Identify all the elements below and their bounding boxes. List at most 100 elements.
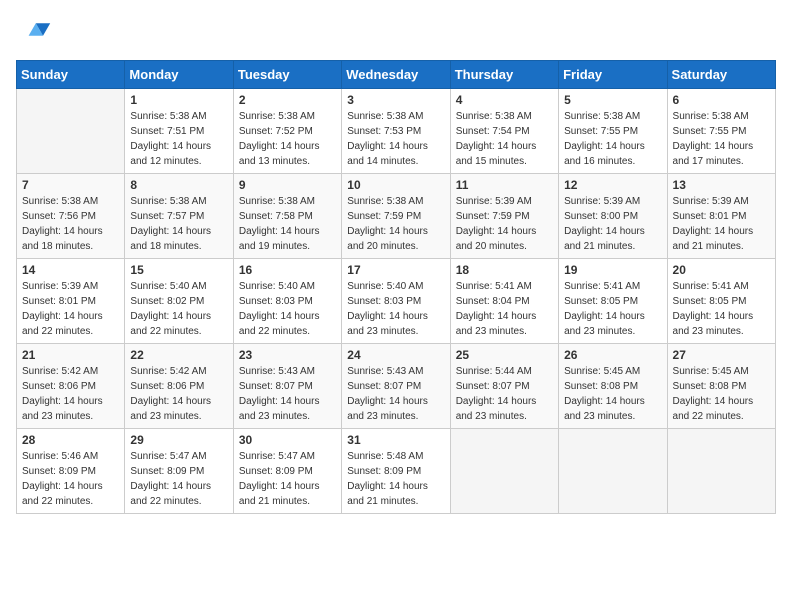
week-row-2: 7 Sunrise: 5:38 AMSunset: 7:56 PMDaylight… [17, 174, 776, 259]
day-number: 12 [564, 178, 661, 192]
day-info: Sunrise: 5:39 AMSunset: 7:59 PMDaylight:… [456, 194, 553, 254]
day-number: 2 [239, 93, 336, 107]
day-number: 7 [22, 178, 119, 192]
day-number: 17 [347, 263, 444, 277]
calendar-cell: 15Sunrise: 5:40 AMSunset: 8:02 PMDayligh… [125, 259, 233, 344]
day-info: Sunrise: 5:47 AMSunset: 8:09 PMDaylight:… [239, 449, 336, 509]
day-number: 14 [22, 263, 119, 277]
day-number: 10 [347, 178, 444, 192]
weekday-header-wednesday: Wednesday [342, 61, 450, 89]
day-number: 18 [456, 263, 553, 277]
day-number: 25 [456, 348, 553, 362]
calendar-cell: 28 Sunrise: 5:46 AMSunset: 8:09 PMDayligh… [17, 429, 125, 514]
day-info: Sunrise: 5:39 AMSunset: 8:01 PMDaylight:… [673, 194, 770, 254]
calendar-cell: 13 Sunrise: 5:39 AMSunset: 8:01 PMDayligh… [667, 174, 775, 259]
calendar-cell: 4Sunrise: 5:38 AMSunset: 7:54 PMDaylight… [450, 89, 558, 174]
day-number: 29 [130, 433, 227, 447]
day-number: 27 [673, 348, 770, 362]
calendar-cell: 17 Sunrise: 5:40 AMSunset: 8:03 PMDayligh… [342, 259, 450, 344]
calendar-cell: 7 Sunrise: 5:38 AMSunset: 7:56 PMDaylight… [17, 174, 125, 259]
calendar-cell: 27 Sunrise: 5:45 AMSunset: 8:08 PMDayligh… [667, 344, 775, 429]
day-info: Sunrise: 5:39 AMSunset: 8:00 PMDaylight:… [564, 194, 661, 254]
day-info: Sunrise: 5:38 AMSunset: 7:56 PMDaylight:… [22, 194, 119, 254]
day-number: 6 [673, 93, 770, 107]
day-info: Sunrise: 5:40 AMSunset: 8:03 PMDaylight:… [239, 279, 336, 339]
weekday-header-row: SundayMondayTuesdayWednesdayThursdayFrid… [17, 61, 776, 89]
day-number: 23 [239, 348, 336, 362]
day-info: Sunrise: 5:39 AMSunset: 8:01 PMDaylight:… [22, 279, 119, 339]
day-info: Sunrise: 5:38 AMSunset: 7:54 PMDaylight:… [456, 109, 553, 169]
weekday-header-friday: Friday [559, 61, 667, 89]
day-info: Sunrise: 5:45 AMSunset: 8:08 PMDaylight:… [673, 364, 770, 424]
day-info: Sunrise: 5:41 AMSunset: 8:05 PMDaylight:… [673, 279, 770, 339]
calendar-cell [667, 429, 775, 514]
calendar-cell [450, 429, 558, 514]
day-number: 30 [239, 433, 336, 447]
logo [16, 16, 56, 52]
calendar-cell: 16 Sunrise: 5:40 AMSunset: 8:03 PMDayligh… [233, 259, 341, 344]
day-info: Sunrise: 5:40 AMSunset: 8:03 PMDaylight:… [347, 279, 444, 339]
calendar-cell: 6 Sunrise: 5:38 AMSunset: 7:55 PMDaylight… [667, 89, 775, 174]
page-header [16, 16, 776, 52]
day-info: Sunrise: 5:38 AMSunset: 7:51 PMDaylight:… [130, 109, 227, 169]
calendar-cell [559, 429, 667, 514]
calendar-cell: 18 Sunrise: 5:41 AMSunset: 8:04 PMDayligh… [450, 259, 558, 344]
day-number: 5 [564, 93, 661, 107]
day-info: Sunrise: 5:38 AMSunset: 7:52 PMDaylight:… [239, 109, 336, 169]
day-number: 19 [564, 263, 661, 277]
day-info: Sunrise: 5:41 AMSunset: 8:04 PMDaylight:… [456, 279, 553, 339]
calendar-cell: 23 Sunrise: 5:43 AMSunset: 8:07 PMDayligh… [233, 344, 341, 429]
logo-icon [16, 16, 52, 52]
calendar-cell: 26 Sunrise: 5:45 AMSunset: 8:08 PMDayligh… [559, 344, 667, 429]
calendar-cell: 31 Sunrise: 5:48 AMSunset: 8:09 PMDayligh… [342, 429, 450, 514]
day-info: Sunrise: 5:38 AMSunset: 7:55 PMDaylight:… [564, 109, 661, 169]
calendar-cell [17, 89, 125, 174]
calendar-cell: 1Sunrise: 5:38 AMSunset: 7:51 PMDaylight… [125, 89, 233, 174]
day-info: Sunrise: 5:42 AMSunset: 8:06 PMDaylight:… [130, 364, 227, 424]
day-info: Sunrise: 5:43 AMSunset: 8:07 PMDaylight:… [347, 364, 444, 424]
day-info: Sunrise: 5:38 AMSunset: 7:53 PMDaylight:… [347, 109, 444, 169]
day-info: Sunrise: 5:40 AMSunset: 8:02 PMDaylight:… [130, 279, 227, 339]
weekday-header-sunday: Sunday [17, 61, 125, 89]
day-info: Sunrise: 5:38 AMSunset: 7:55 PMDaylight:… [673, 109, 770, 169]
day-number: 8 [130, 178, 227, 192]
calendar-cell: 30 Sunrise: 5:47 AMSunset: 8:09 PMDayligh… [233, 429, 341, 514]
day-number: 24 [347, 348, 444, 362]
weekday-header-thursday: Thursday [450, 61, 558, 89]
day-number: 3 [347, 93, 444, 107]
week-row-4: 21Sunrise: 5:42 AMSunset: 8:06 PMDayligh… [17, 344, 776, 429]
day-info: Sunrise: 5:43 AMSunset: 8:07 PMDaylight:… [239, 364, 336, 424]
calendar-cell: 12 Sunrise: 5:39 AMSunset: 8:00 PMDayligh… [559, 174, 667, 259]
calendar-cell: 22 Sunrise: 5:42 AMSunset: 8:06 PMDayligh… [125, 344, 233, 429]
day-info: Sunrise: 5:45 AMSunset: 8:08 PMDaylight:… [564, 364, 661, 424]
calendar-table: SundayMondayTuesdayWednesdayThursdayFrid… [16, 60, 776, 514]
calendar-cell: 21Sunrise: 5:42 AMSunset: 8:06 PMDayligh… [17, 344, 125, 429]
day-number: 16 [239, 263, 336, 277]
day-number: 9 [239, 178, 336, 192]
calendar-cell: 14 Sunrise: 5:39 AMSunset: 8:01 PMDayligh… [17, 259, 125, 344]
day-number: 26 [564, 348, 661, 362]
day-info: Sunrise: 5:41 AMSunset: 8:05 PMDaylight:… [564, 279, 661, 339]
calendar-cell: 3 Sunrise: 5:38 AMSunset: 7:53 PMDaylight… [342, 89, 450, 174]
day-info: Sunrise: 5:48 AMSunset: 8:09 PMDaylight:… [347, 449, 444, 509]
week-row-5: 28 Sunrise: 5:46 AMSunset: 8:09 PMDayligh… [17, 429, 776, 514]
calendar-cell: 2 Sunrise: 5:38 AMSunset: 7:52 PMDaylight… [233, 89, 341, 174]
calendar-cell: 5 Sunrise: 5:38 AMSunset: 7:55 PMDaylight… [559, 89, 667, 174]
day-number: 31 [347, 433, 444, 447]
day-info: Sunrise: 5:38 AMSunset: 7:58 PMDaylight:… [239, 194, 336, 254]
calendar-cell: 8Sunrise: 5:38 AMSunset: 7:57 PMDaylight… [125, 174, 233, 259]
weekday-header-tuesday: Tuesday [233, 61, 341, 89]
calendar-cell: 20 Sunrise: 5:41 AMSunset: 8:05 PMDayligh… [667, 259, 775, 344]
day-info: Sunrise: 5:44 AMSunset: 8:07 PMDaylight:… [456, 364, 553, 424]
day-number: 22 [130, 348, 227, 362]
calendar-cell: 29Sunrise: 5:47 AMSunset: 8:09 PMDayligh… [125, 429, 233, 514]
calendar-cell: 10Sunrise: 5:38 AMSunset: 7:59 PMDayligh… [342, 174, 450, 259]
day-number: 13 [673, 178, 770, 192]
day-info: Sunrise: 5:46 AMSunset: 8:09 PMDaylight:… [22, 449, 119, 509]
weekday-header-monday: Monday [125, 61, 233, 89]
day-number: 28 [22, 433, 119, 447]
calendar-cell: 24 Sunrise: 5:43 AMSunset: 8:07 PMDayligh… [342, 344, 450, 429]
week-row-3: 14 Sunrise: 5:39 AMSunset: 8:01 PMDayligh… [17, 259, 776, 344]
calendar-cell: 25 Sunrise: 5:44 AMSunset: 8:07 PMDayligh… [450, 344, 558, 429]
day-number: 20 [673, 263, 770, 277]
